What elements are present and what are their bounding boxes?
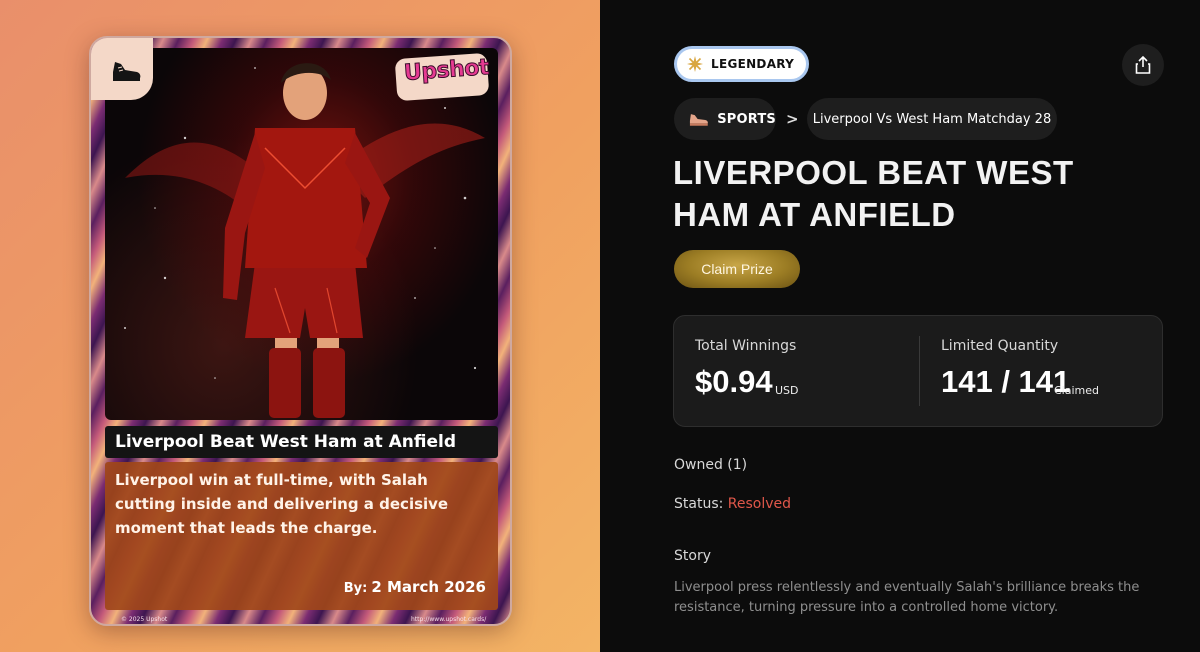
star-icon — [687, 56, 703, 72]
card-date-line: By: 2 March 2026 — [344, 578, 486, 596]
stats-divider — [919, 336, 920, 406]
story-text: Liverpool press relentlessly and eventua… — [674, 580, 1140, 615]
rarity-badge: LEGENDARY — [674, 46, 810, 82]
card-showcase: Upshot Liverpool Beat West Ham at Anfiel… — [0, 0, 600, 652]
card-title: Liverpool Beat West Ham at Anfield — [105, 426, 498, 458]
quantity-unit: Claimed — [1054, 384, 1099, 397]
card-copyright: © 2025 Upshot — [121, 616, 168, 623]
status-label: Status: — [674, 496, 724, 512]
claim-prize-button[interactable]: Claim Prize — [674, 250, 800, 288]
page-title: LIVERPOOL BEAT WEST HAM AT ANFIELD — [673, 154, 1074, 233]
sneaker-icon — [113, 62, 141, 81]
sneaker-icon — [689, 114, 708, 126]
card-date: 2 March 2026 — [371, 578, 486, 596]
collectible-card[interactable]: Upshot Liverpool Beat West Ham at Anfiel… — [89, 36, 512, 626]
breadcrumb-separator: > — [786, 110, 799, 128]
footballer-illustration — [124, 63, 485, 418]
story-heading: Story — [674, 548, 711, 564]
quantity-label: Limited Quantity — [941, 338, 1059, 354]
by-label: By: — [343, 581, 368, 596]
stats-panel: Total Winnings $0.94 USD Limited Quantit… — [673, 315, 1163, 427]
event-pill[interactable]: Liverpool Vs West Ham Matchday 28 — [807, 98, 1057, 140]
share-icon — [1135, 56, 1151, 74]
status-value: Resolved — [727, 496, 792, 512]
category-pill[interactable]: SPORTS — [674, 98, 776, 140]
share-button[interactable] — [1122, 44, 1164, 86]
card-artwork — [105, 48, 498, 420]
card-url: http://www.upshot.cards/ — [411, 616, 487, 623]
winnings-value: $0.94 — [695, 364, 773, 399]
category-label: SPORTS — [717, 111, 776, 127]
card-details: LEGENDARY SPORTS > Liverpool Vs West Ham… — [600, 0, 1200, 652]
quantity-value: 141 / 141 — [941, 364, 1071, 399]
status-line: Status: Resolved — [674, 496, 791, 512]
rarity-label: LEGENDARY — [711, 57, 795, 71]
winnings-label: Total Winnings — [695, 338, 797, 354]
owned-count: Owned (1) — [674, 457, 748, 473]
winnings-unit: USD — [775, 384, 799, 397]
